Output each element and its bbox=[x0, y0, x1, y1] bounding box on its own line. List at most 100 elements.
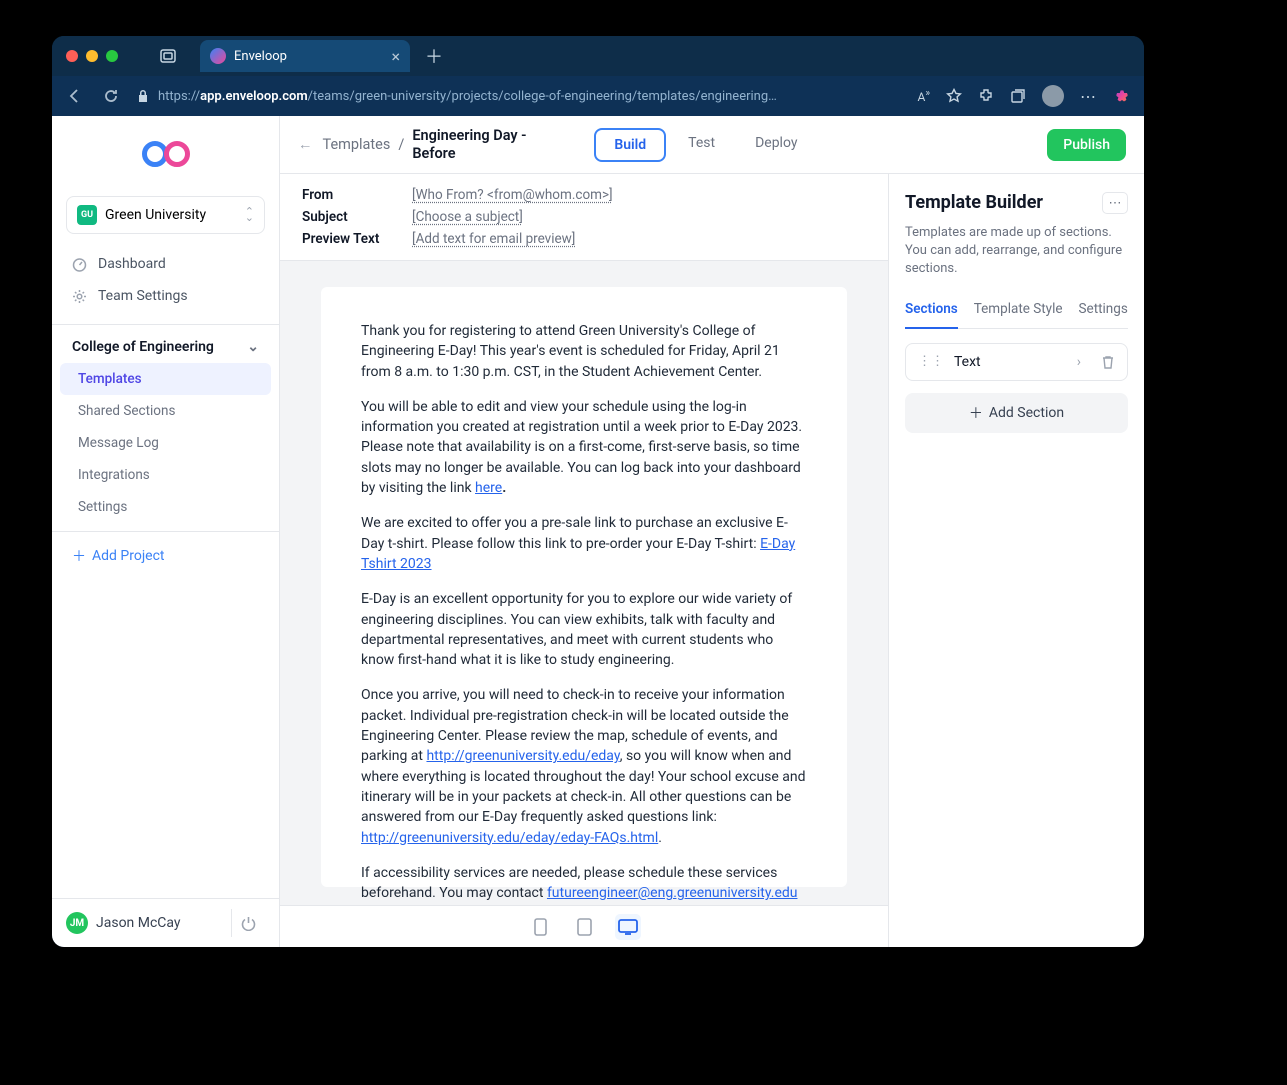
link-here[interactable]: here bbox=[475, 480, 502, 496]
device-mobile[interactable] bbox=[527, 914, 553, 940]
sidebar-footer: JM Jason McCay bbox=[52, 898, 279, 947]
new-tab-button[interactable]: ＋ bbox=[420, 42, 448, 70]
project-name: College of Engineering bbox=[72, 339, 214, 355]
window-controls bbox=[66, 50, 118, 62]
panel-tab-settings[interactable]: Settings bbox=[1079, 301, 1128, 328]
template-builder-panel: Template Builder ⋯ Templates are made up… bbox=[888, 174, 1144, 947]
tab-title: Enveloop bbox=[234, 49, 287, 64]
panel-tab-sections[interactable]: Sections bbox=[905, 301, 958, 329]
mode-tab-deploy[interactable]: Deploy bbox=[737, 128, 815, 162]
read-aloud-icon[interactable]: A» bbox=[917, 88, 930, 104]
back-button[interactable] bbox=[64, 88, 86, 104]
preview-value[interactable]: [Add text for email preview] bbox=[412, 231, 575, 247]
breadcrumb: ← Templates / Engineering Day - Before bbox=[298, 127, 572, 162]
browser-tab[interactable]: Enveloop × bbox=[200, 40, 410, 72]
email-p1: Thank you for registering to attend Gree… bbox=[361, 321, 807, 382]
logo[interactable] bbox=[52, 116, 279, 196]
email-p6: If accessibility services are needed, pl… bbox=[361, 863, 807, 905]
collections-icon[interactable] bbox=[1010, 88, 1026, 104]
url-text: https://app.enveloop.com/teams/green-uni… bbox=[158, 89, 777, 104]
nav-label: Dashboard bbox=[98, 256, 166, 272]
drag-handle-icon[interactable]: ⋮⋮ bbox=[918, 354, 944, 369]
window-close-button[interactable] bbox=[66, 50, 78, 62]
email-p2: You will be able to edit and view your s… bbox=[361, 397, 807, 498]
mode-tabs: Build Test Deploy bbox=[594, 128, 815, 162]
window-minimize-button[interactable] bbox=[86, 50, 98, 62]
subnav-message-log[interactable]: Message Log bbox=[60, 427, 271, 459]
gear-icon bbox=[72, 289, 88, 304]
logout-button[interactable] bbox=[231, 909, 265, 937]
breadcrumb-parent[interactable]: Templates bbox=[323, 136, 391, 153]
plus-icon: ＋ bbox=[969, 403, 983, 423]
add-project-button[interactable]: ＋ Add Project bbox=[52, 531, 279, 580]
address-bar[interactable]: https://app.enveloop.com/teams/green-uni… bbox=[136, 89, 903, 104]
link-eday[interactable]: http://greenuniversity.edu/eday bbox=[426, 748, 619, 764]
user-name: Jason McCay bbox=[96, 915, 181, 931]
breadcrumb-current: Engineering Day - Before bbox=[412, 127, 572, 162]
device-tablet[interactable] bbox=[571, 914, 597, 940]
subject-value[interactable]: [Choose a subject] bbox=[412, 209, 523, 225]
subnav-settings[interactable]: Settings bbox=[60, 491, 271, 523]
titlebar: Enveloop × ＋ bbox=[52, 36, 1144, 76]
extensions-icon[interactable] bbox=[978, 88, 994, 104]
copilot-icon[interactable] bbox=[1112, 86, 1132, 106]
nav-label: Team Settings bbox=[98, 288, 188, 304]
section-name: Text bbox=[954, 354, 981, 370]
url-bar: https://app.enveloop.com/teams/green-uni… bbox=[52, 76, 1144, 116]
delete-section-button[interactable] bbox=[1101, 355, 1115, 369]
refresh-button[interactable] bbox=[100, 88, 122, 104]
chevron-down-icon: ⌄ bbox=[247, 339, 259, 355]
profile-avatar[interactable] bbox=[1042, 85, 1064, 107]
panel-tabs: Sections Template Style Settings bbox=[905, 301, 1128, 329]
device-desktop[interactable] bbox=[615, 914, 641, 940]
topbar: ← Templates / Engineering Day - Before B… bbox=[280, 116, 1144, 174]
browser-window: Enveloop × ＋ https://app.enveloop.com/te… bbox=[52, 36, 1144, 947]
app-root: GU Green University ⌃⌄ Dashboard Team Se… bbox=[52, 116, 1144, 947]
link-faq[interactable]: http://greenuniversity.edu/eday/eday-FAQ… bbox=[361, 830, 658, 846]
canvas[interactable]: Thank you for registering to attend Gree… bbox=[280, 261, 888, 905]
subject-label: Subject bbox=[302, 209, 398, 225]
from-value[interactable]: [Who From? <from@whom.com>] bbox=[412, 187, 613, 203]
tab-close-button[interactable]: × bbox=[391, 47, 400, 66]
email-meta: From [Who From? <from@whom.com>] Subject… bbox=[280, 174, 888, 261]
link-email[interactable]: futureengineer@eng.greenuniversity.edu bbox=[547, 885, 798, 901]
subnav-shared-sections[interactable]: Shared Sections bbox=[60, 395, 271, 427]
add-section-button[interactable]: ＋ Add Section bbox=[905, 393, 1128, 433]
mode-tab-build[interactable]: Build bbox=[594, 128, 666, 162]
from-label: From bbox=[302, 187, 398, 203]
add-section-label: Add Section bbox=[989, 405, 1064, 421]
breadcrumb-back[interactable]: ← bbox=[298, 136, 313, 153]
window-maximize-button[interactable] bbox=[106, 50, 118, 62]
tab-favicon bbox=[210, 48, 226, 64]
gauge-icon bbox=[72, 257, 88, 272]
publish-button[interactable]: Publish bbox=[1047, 129, 1126, 161]
panel-tab-style[interactable]: Template Style bbox=[974, 301, 1063, 328]
nav-dashboard[interactable]: Dashboard bbox=[60, 248, 271, 280]
nav-team-settings[interactable]: Team Settings bbox=[60, 280, 271, 312]
mode-tab-test[interactable]: Test bbox=[670, 128, 733, 162]
panel-title: Template Builder bbox=[905, 192, 1043, 213]
tab-overview-icon[interactable] bbox=[154, 44, 182, 68]
section-row-text[interactable]: ⋮⋮ Text › bbox=[905, 343, 1128, 381]
email-preview[interactable]: Thank you for registering to attend Gree… bbox=[321, 287, 847, 887]
subnav-integrations[interactable]: Integrations bbox=[60, 459, 271, 491]
favorites-icon[interactable] bbox=[946, 88, 962, 104]
team-name: Green University bbox=[105, 207, 206, 223]
lock-icon bbox=[136, 89, 150, 103]
device-bar bbox=[280, 905, 888, 947]
email-p5: Once you arrive, you will need to check-… bbox=[361, 685, 807, 847]
chevron-right-icon: › bbox=[1077, 354, 1081, 370]
email-p4: E-Day is an excellent opportunity for yo… bbox=[361, 589, 807, 670]
add-project-label: Add Project bbox=[92, 548, 165, 564]
panel-description: Templates are made up of sections. You c… bbox=[905, 224, 1128, 279]
preview-label: Preview Text bbox=[302, 231, 398, 247]
team-selector[interactable]: GU Green University ⌃⌄ bbox=[66, 196, 265, 234]
more-icon[interactable]: ⋯ bbox=[1080, 87, 1096, 106]
user-avatar[interactable]: JM bbox=[66, 912, 88, 934]
subnav-templates[interactable]: Templates bbox=[60, 363, 271, 395]
project-header[interactable]: College of Engineering ⌄ bbox=[52, 339, 279, 363]
sidebar: GU Green University ⌃⌄ Dashboard Team Se… bbox=[52, 116, 280, 947]
toolbar-right: A» ⋯ bbox=[917, 85, 1132, 107]
panel-menu-button[interactable]: ⋯ bbox=[1102, 192, 1128, 214]
main-area: ← Templates / Engineering Day - Before B… bbox=[280, 116, 1144, 947]
